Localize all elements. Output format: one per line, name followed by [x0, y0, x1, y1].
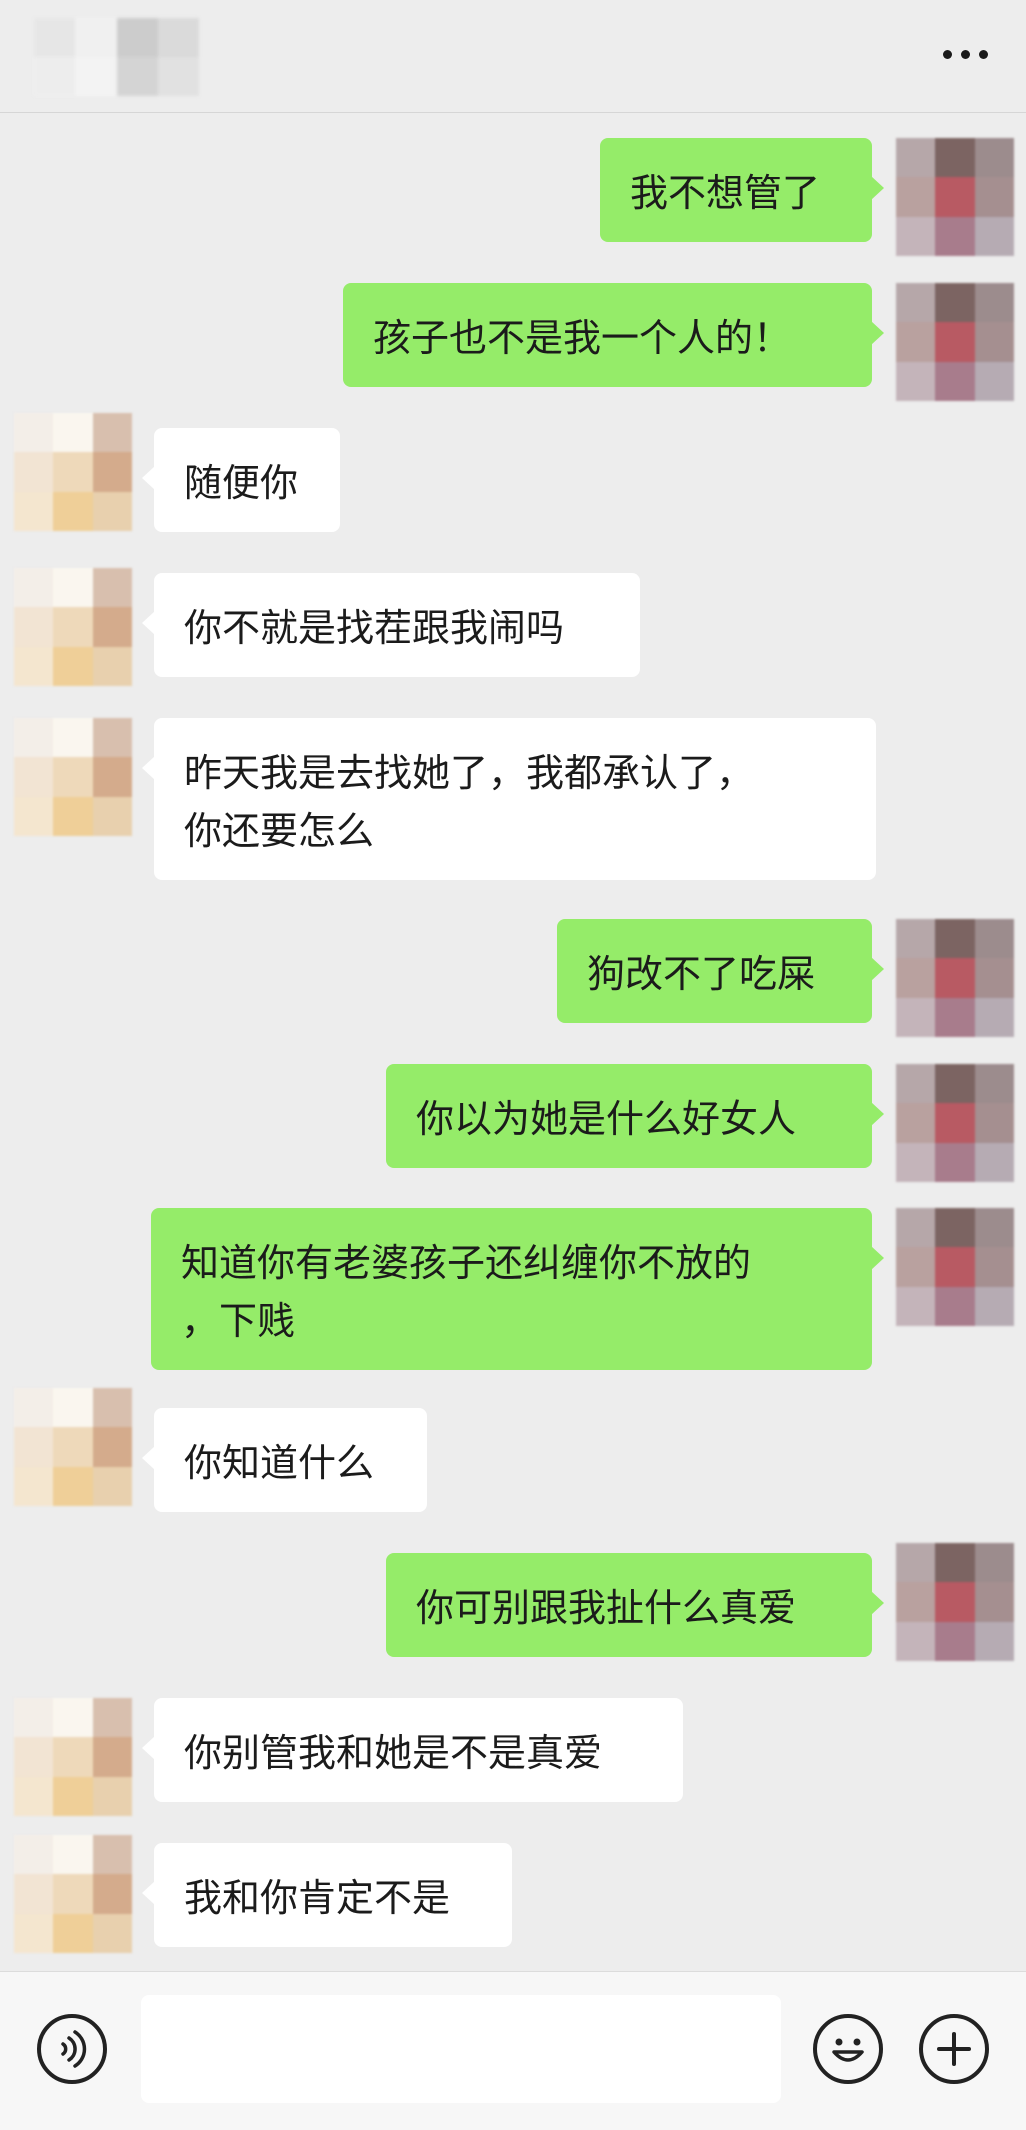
input-bar [0, 1971, 1026, 2130]
more-options-button[interactable] [930, 30, 1000, 78]
my-avatar[interactable] [896, 919, 1014, 1037]
message-bubble-sent[interactable]: 你以为她是什么好女人 [386, 1064, 884, 1168]
my-avatar[interactable] [896, 283, 1014, 401]
my-avatar[interactable] [896, 1064, 1014, 1182]
message-bubble-sent[interactable]: 你可别跟我扯什么真爱 [386, 1553, 884, 1657]
my-avatar[interactable] [896, 138, 1014, 256]
message-bubble-received[interactable]: 你不就是找茬跟我闹吗 [142, 573, 640, 677]
voice-input-button[interactable] [37, 2014, 107, 2084]
more-dots-icon-dot [960, 49, 970, 59]
message-list[interactable]: 我不想管了 孩子也不是我一个人的！ 随便你 你不就是找茬跟我闹吗 昨天我是去找她… [0, 113, 1026, 1971]
contact-avatar[interactable] [14, 1388, 132, 1506]
contact-avatar[interactable] [14, 1835, 132, 1953]
contact-avatar[interactable] [14, 568, 132, 686]
my-avatar[interactable] [896, 1543, 1014, 1661]
emoji-icon [832, 2038, 864, 2062]
my-avatar[interactable] [896, 1208, 1014, 1326]
message-bubble-received[interactable]: 我和你肯定不是 [142, 1843, 512, 1947]
plus-icon [937, 2032, 971, 2066]
contact-avatar[interactable] [14, 413, 132, 531]
message-bubble-received[interactable]: 随便你 [142, 428, 340, 532]
message-bubble-sent[interactable]: 我不想管了 [600, 138, 884, 242]
message-bubble-sent[interactable]: 孩子也不是我一个人的！ [343, 283, 884, 387]
message-bubble-received[interactable]: 你知道什么 [142, 1408, 427, 1512]
message-bubble-sent[interactable]: 狗改不了吃屎 [557, 919, 884, 1023]
message-bubble-received[interactable]: 昨天我是去找她了，我都承认了， 你还要怎么 [142, 718, 876, 880]
message-input[interactable] [141, 1995, 781, 2103]
more-dots-icon-dot [978, 49, 988, 59]
contact-avatar[interactable] [14, 718, 132, 836]
more-dots-icon [942, 49, 952, 59]
emoji-button[interactable] [813, 2014, 883, 2084]
message-bubble-received[interactable]: 你别管我和她是不是真爱 [142, 1698, 683, 1802]
voice-icon [61, 2030, 87, 2068]
message-bubble-sent[interactable]: 知道你有老婆孩子还纠缠你不放的 ，下贱 [151, 1208, 884, 1370]
contact-name-blurred [34, 18, 199, 96]
chat-header [0, 0, 1026, 113]
contact-avatar[interactable] [14, 1698, 132, 1816]
more-functions-button[interactable] [919, 2014, 989, 2084]
